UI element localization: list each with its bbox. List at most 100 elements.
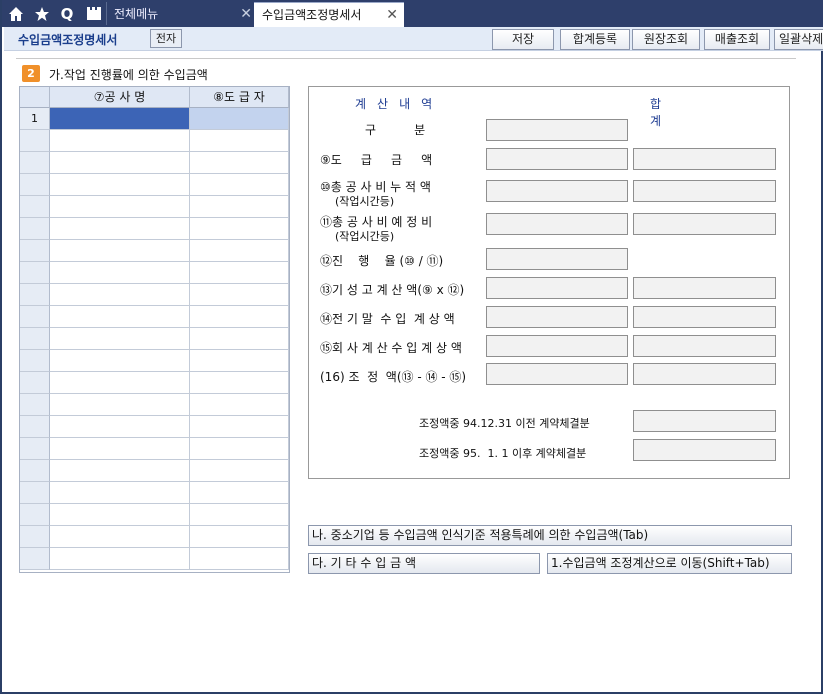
project-name-cell[interactable] (50, 394, 190, 416)
project-name-cell[interactable] (50, 306, 190, 328)
column-header-contractor[interactable]: ⑧도 급 자 (190, 87, 289, 108)
search-icon[interactable]: Q (57, 4, 77, 24)
contractor-cell[interactable] (190, 504, 289, 526)
star-icon[interactable] (32, 4, 52, 24)
category-field[interactable] (486, 119, 628, 141)
contractor-cell[interactable] (190, 306, 289, 328)
project-name-cell[interactable] (50, 240, 190, 262)
contractor-cell[interactable] (190, 152, 289, 174)
before-1994-field[interactable] (633, 410, 776, 432)
ledger-inquiry-button[interactable]: 원장조회 (632, 29, 700, 50)
estimated-cost-total-field[interactable] (633, 213, 776, 235)
table-row[interactable] (20, 240, 289, 262)
close-icon[interactable]: ✕ (386, 3, 398, 28)
project-name-cell[interactable] (50, 152, 190, 174)
table-row[interactable] (20, 196, 289, 218)
table-row[interactable] (20, 328, 289, 350)
estimated-cost-field[interactable] (486, 213, 628, 235)
contractor-cell[interactable] (190, 526, 289, 548)
prior-income-total-field[interactable] (633, 306, 776, 328)
contractor-cell[interactable] (190, 460, 289, 482)
contractor-cell[interactable] (190, 482, 289, 504)
column-header-project-name[interactable]: ⑦공 사 명 (50, 87, 190, 108)
project-name-cell[interactable] (50, 350, 190, 372)
project-name-cell[interactable] (50, 196, 190, 218)
bulk-delete-button[interactable]: 일괄삭제 (774, 29, 823, 50)
contractor-cell[interactable] (190, 130, 289, 152)
other-income-button[interactable]: 다. 기 타 수 입 금 액 (308, 553, 540, 574)
table-row[interactable] (20, 526, 289, 548)
project-name-cell[interactable] (50, 548, 190, 570)
table-row[interactable] (20, 438, 289, 460)
contractor-cell[interactable] (190, 218, 289, 240)
move-to-income-adjustment-button[interactable]: 1.수입금액 조정계산으로 이동(Shift+Tab) (547, 553, 792, 574)
project-name-cell[interactable] (50, 438, 190, 460)
table-row[interactable] (20, 306, 289, 328)
table-row[interactable] (20, 130, 289, 152)
project-name-cell[interactable] (50, 262, 190, 284)
table-row[interactable] (20, 416, 289, 438)
progress-rate-field[interactable] (486, 248, 628, 270)
table-row[interactable] (20, 262, 289, 284)
project-name-cell[interactable] (50, 130, 190, 152)
table-row[interactable] (20, 460, 289, 482)
contract-amount-total-field[interactable] (633, 148, 776, 170)
contractor-cell[interactable] (190, 350, 289, 372)
prior-income-field[interactable] (486, 306, 628, 328)
contractor-cell[interactable] (190, 416, 289, 438)
contractor-cell[interactable] (190, 108, 289, 130)
total-register-button[interactable]: 합계등록 (560, 29, 630, 50)
company-income-total-field[interactable] (633, 335, 776, 357)
completed-amount-total-field[interactable] (633, 277, 776, 299)
cumulative-cost-total-field[interactable] (633, 180, 776, 202)
table-row[interactable] (20, 548, 289, 570)
after-1995-field[interactable] (633, 439, 776, 461)
tab-income-adjustment[interactable]: 수입금액조정명세서 ✕ (254, 2, 404, 27)
contractor-cell[interactable] (190, 240, 289, 262)
contractor-cell[interactable] (190, 328, 289, 350)
project-name-cell[interactable] (50, 328, 190, 350)
project-name-cell[interactable] (50, 218, 190, 240)
project-name-cell[interactable] (50, 108, 190, 130)
table-row[interactable] (20, 504, 289, 526)
adjustment-amount-total-field[interactable] (633, 363, 776, 385)
home-icon[interactable] (6, 4, 26, 24)
contractor-cell[interactable] (190, 284, 289, 306)
project-name-cell[interactable] (50, 416, 190, 438)
project-name-cell[interactable] (50, 284, 190, 306)
electronic-button[interactable]: 전자 (150, 29, 182, 48)
table-row[interactable] (20, 350, 289, 372)
cumulative-cost-field[interactable] (486, 180, 628, 202)
close-icon[interactable]: ✕ (240, 2, 252, 27)
contractor-cell[interactable] (190, 174, 289, 196)
table-row[interactable] (20, 284, 289, 306)
table-row[interactable] (20, 174, 289, 196)
contractor-cell[interactable] (190, 548, 289, 570)
table-row[interactable]: 1 (20, 108, 289, 130)
tab-all-menu[interactable]: 전체메뉴 ✕ (106, 2, 258, 27)
contractor-cell[interactable] (190, 262, 289, 284)
company-income-field[interactable] (486, 335, 628, 357)
contractor-cell[interactable] (190, 394, 289, 416)
sme-special-income-button[interactable]: 나. 중소기업 등 수입금액 인식기준 적용특례에 의한 수입금액(Tab) (308, 525, 792, 546)
table-row[interactable] (20, 372, 289, 394)
table-row[interactable] (20, 394, 289, 416)
project-name-cell[interactable] (50, 174, 190, 196)
contractor-cell[interactable] (190, 372, 289, 394)
contractor-cell[interactable] (190, 196, 289, 218)
completed-amount-field[interactable] (486, 277, 628, 299)
sales-inquiry-button[interactable]: 매출조회 (704, 29, 770, 50)
table-row[interactable] (20, 218, 289, 240)
project-name-cell[interactable] (50, 504, 190, 526)
save-button[interactable]: 저장 (492, 29, 554, 50)
clapperboard-icon[interactable] (84, 4, 104, 24)
table-row[interactable] (20, 152, 289, 174)
project-name-cell[interactable] (50, 526, 190, 548)
contractor-cell[interactable] (190, 438, 289, 460)
project-name-cell[interactable] (50, 460, 190, 482)
adjustment-amount-field[interactable] (486, 363, 628, 385)
contract-amount-field[interactable] (486, 148, 628, 170)
project-name-cell[interactable] (50, 482, 190, 504)
project-name-cell[interactable] (50, 372, 190, 394)
table-row[interactable] (20, 482, 289, 504)
